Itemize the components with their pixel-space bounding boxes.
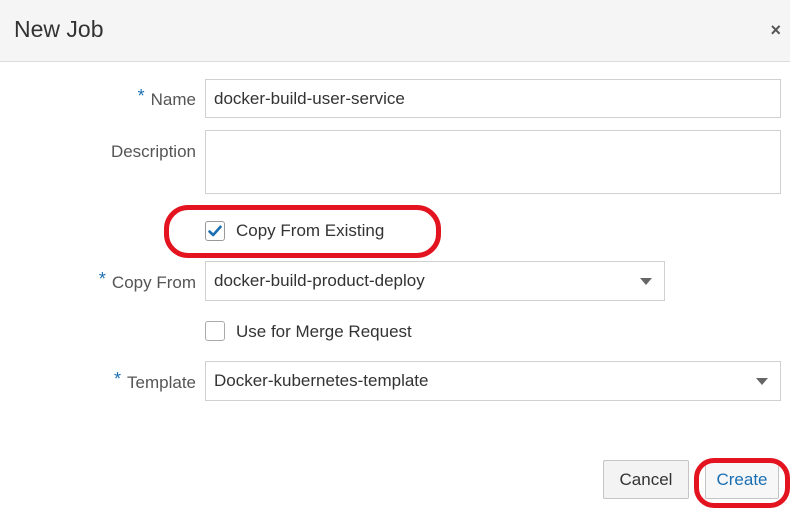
required-marker: * bbox=[137, 86, 145, 106]
template-selected: Docker-kubernetes-template bbox=[214, 371, 429, 390]
copy-from-existing-checkbox[interactable] bbox=[205, 221, 225, 241]
chevron-down-icon bbox=[756, 378, 768, 385]
name-input[interactable] bbox=[205, 79, 781, 118]
use-for-merge-request-checkbox[interactable] bbox=[205, 321, 225, 341]
copy-from-label: Copy From bbox=[111, 273, 196, 292]
template-label: Template bbox=[127, 373, 196, 392]
template-select[interactable]: Docker-kubernetes-template bbox=[205, 361, 781, 401]
name-label-row: * Name bbox=[137, 86, 196, 110]
cancel-button[interactable]: Cancel bbox=[603, 460, 689, 499]
required-marker: * bbox=[98, 269, 106, 289]
copy-from-selected: docker-build-product-deploy bbox=[214, 271, 425, 290]
dialog-title: New Job bbox=[14, 16, 104, 42]
description-input[interactable] bbox=[205, 130, 781, 194]
use-for-merge-request-label[interactable]: Use for Merge Request bbox=[236, 322, 412, 342]
new-job-dialog: New Job × * Name Description Copy From Ex… bbox=[0, 0, 790, 514]
create-button[interactable]: Create bbox=[705, 460, 779, 499]
copy-from-select[interactable]: docker-build-product-deploy bbox=[205, 261, 665, 301]
close-icon[interactable]: × bbox=[770, 20, 781, 40]
description-label: Description bbox=[110, 142, 196, 161]
name-label: Name bbox=[150, 90, 196, 109]
copy-from-label-row: * Copy From bbox=[98, 269, 196, 293]
copy-from-existing-label[interactable]: Copy From Existing bbox=[236, 221, 384, 241]
dialog-header: New Job × bbox=[0, 0, 790, 62]
checkmark-icon bbox=[208, 225, 222, 237]
chevron-down-icon bbox=[640, 278, 652, 285]
required-marker: * bbox=[114, 369, 122, 389]
template-label-row: * Template bbox=[114, 369, 196, 393]
